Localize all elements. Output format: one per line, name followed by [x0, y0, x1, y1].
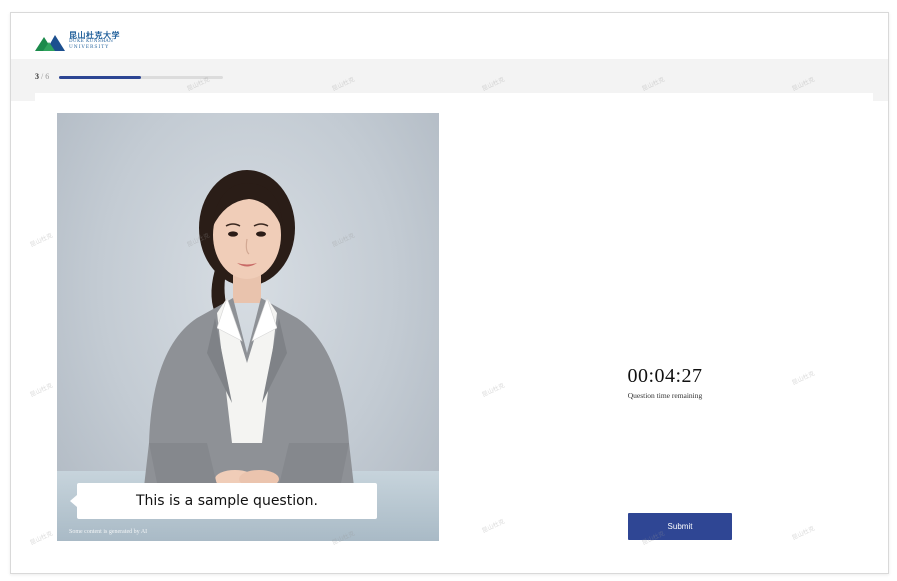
app-frame: 昆山杜克大学 DUKE KUNSHAN UNIVERSITY 3 / 6 Thi… — [10, 12, 889, 574]
timer-label: Question time remaining — [627, 391, 703, 400]
logo-name-en-1: DUKE KUNSHAN — [69, 39, 114, 44]
countdown-timer: 00:04:27 Question time remaining — [595, 365, 735, 400]
interviewer-video: This is a sample question. Some content … — [57, 113, 439, 541]
interviewer-avatar — [141, 170, 357, 513]
submit-button[interactable]: Submit — [628, 513, 732, 540]
progress-bar-fill — [59, 76, 141, 79]
progress-bar — [59, 76, 223, 79]
total-question-number: 6 — [45, 72, 50, 81]
logo-name-en-2: UNIVERSITY — [69, 44, 110, 50]
logo-name-cn: 昆山杜克大学 — [69, 30, 120, 40]
university-logo: 昆山杜克大学 DUKE KUNSHAN UNIVERSITY — [35, 31, 123, 53]
question-caption: This is a sample question. — [70, 483, 377, 519]
header: 昆山杜克大学 DUKE KUNSHAN UNIVERSITY — [11, 13, 888, 59]
question-panel: This is a sample question. Some content … — [35, 93, 873, 561]
logo-wordmark: 昆山杜克大学 DUKE KUNSHAN UNIVERSITY — [69, 31, 120, 50]
current-question-number: 3 — [35, 72, 39, 81]
timer-value: 00:04:27 — [627, 365, 703, 387]
counter-separator: / — [41, 72, 44, 81]
mountain-logo-icon — [35, 35, 65, 51]
ai-generated-note: Some content is generated by AI — [69, 529, 148, 535]
question-counter: 3 / 6 — [35, 72, 49, 81]
